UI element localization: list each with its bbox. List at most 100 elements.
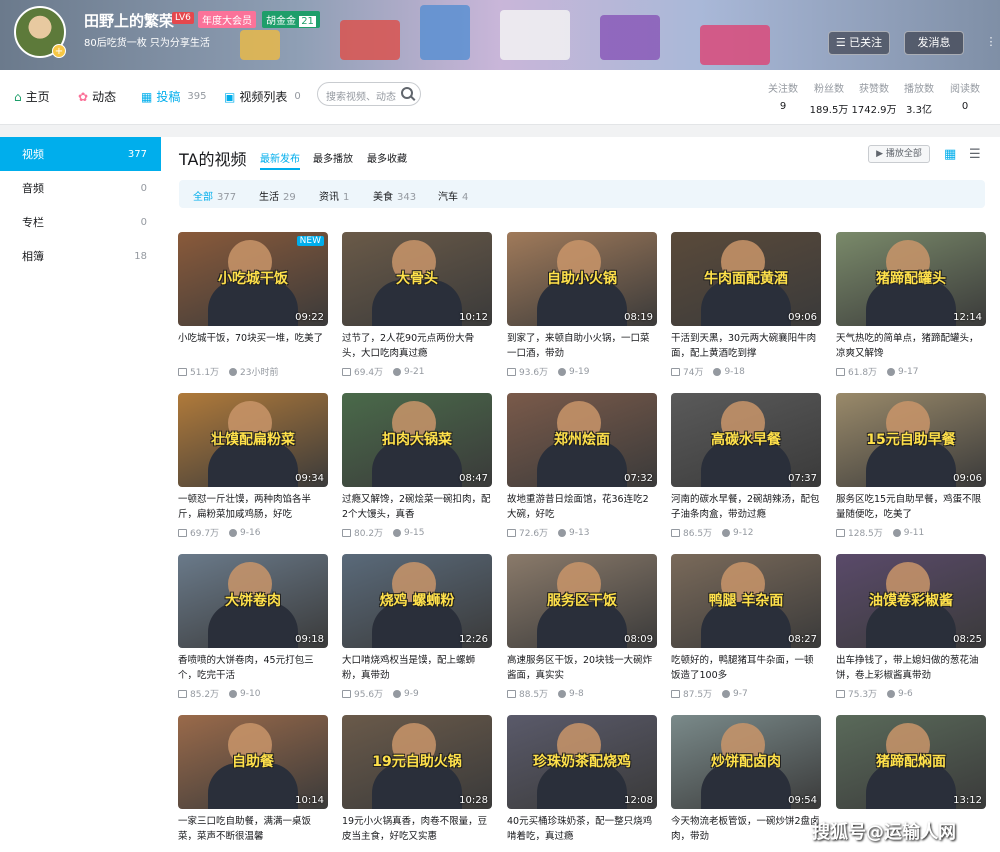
video-title[interactable]: 香喷喷的大饼卷肉，45元打包三个，吃完干活: [178, 653, 328, 683]
video-thumbnail[interactable]: 扣肉大锅菜 08:47: [342, 393, 492, 487]
follow-button[interactable]: ☰ 已关注: [828, 31, 890, 55]
video-title[interactable]: 天气热吃的简单点，猪蹄配罐头，凉爽又解馋: [836, 331, 986, 361]
video-thumbnail[interactable]: 珍珠奶茶配烧鸡 12:08: [507, 715, 657, 809]
stat-following[interactable]: 关注数 9: [758, 80, 808, 112]
video-title[interactable]: 河南的碳水早餐，2碗胡辣汤，配包子油条肉盒，带劲过瘾: [671, 492, 821, 522]
sort-latest[interactable]: 最新发布: [260, 150, 300, 170]
video-thumbnail[interactable]: 牛肉面配黄酒 09:06: [671, 232, 821, 326]
video-thumbnail[interactable]: 炒饼配卤肉 09:54: [671, 715, 821, 809]
video-card[interactable]: 小吃城干饭 09:22 NEW 小吃城干饭，70块买一堆，吃美了 51.1万 23小时前: [178, 232, 328, 378]
play-count-value: 74万: [683, 368, 704, 378]
video-thumbnail[interactable]: 15元自助早餐 09:06: [836, 393, 986, 487]
video-title[interactable]: 干活到天黑，30元两大碗襄阳牛肉面，配上黄酒吃到撑: [671, 331, 821, 361]
video-title[interactable]: 40元买桶珍珠奶茶，配一整只烧鸡啃着吃，真过瘾: [507, 814, 657, 844]
video-title[interactable]: 一顿怼一斤壮馍，两种肉馅各半斤，扁粉菜加咸鸡肠，好吃: [178, 492, 328, 522]
video-card[interactable]: 鸭腿 羊杂面 08:27 吃顿好的，鸭腿猪耳牛杂面，一顿饭造了100多 87.5万 9-…: [671, 554, 821, 700]
video-card[interactable]: 牛肉面配黄酒 09:06 干活到天黑，30元两大碗襄阳牛肉面，配上黄酒吃到撑 74万 9…: [671, 232, 821, 378]
video-card[interactable]: 猪蹄配焖面 13:12: [836, 715, 986, 809]
video-card[interactable]: 扣肉大锅菜 08:47 过瘾又解馋，2碗烩菜一碗扣肉，配2个大馒头，真香 80.2万 9…: [342, 393, 492, 539]
grid-view-icon[interactable]: ▦: [944, 147, 958, 162]
video-thumbnail[interactable]: 猪蹄配焖面 13:12: [836, 715, 986, 809]
tab-submissions[interactable]: ▦ 投稿 395: [141, 88, 206, 105]
video-thumbnail[interactable]: 大骨头 10:12: [342, 232, 492, 326]
video-thumbnail[interactable]: 猪蹄配罐头 12:14: [836, 232, 986, 326]
video-title[interactable]: 服务区吃15元自助早餐，鸡蛋不限量随便吃，吃美了: [836, 492, 986, 522]
tab-home[interactable]: ⌂ 主页: [14, 88, 50, 105]
video-title[interactable]: 过节了，2人花90元点两份大骨头，大口吃肉真过瘾: [342, 331, 492, 361]
sidebar-item-video[interactable]: 视频 377: [0, 137, 161, 171]
play-count-icon: [836, 689, 845, 698]
video-card[interactable]: 猪蹄配罐头 12:14 天气热吃的简单点，猪蹄配罐头，凉爽又解馋 61.8万 9-17: [836, 232, 986, 378]
video-title[interactable]: 到家了，来顿自助小火锅，一口菜一口酒，带劲: [507, 331, 657, 361]
video-thumbnail[interactable]: 自助小火锅 08:19: [507, 232, 657, 326]
video-thumbnail[interactable]: 自助餐 10:14: [178, 715, 328, 809]
video-title[interactable]: 高速服务区干饭，20块钱一大碗炸酱面，真实实: [507, 653, 657, 683]
video-thumbnail[interactable]: 小吃城干饭 09:22 NEW: [178, 232, 328, 326]
play-count: 88.5万: [507, 687, 548, 700]
video-thumbnail[interactable]: 壮馍配扁粉菜 09:34: [178, 393, 328, 487]
sort-most-favorited[interactable]: 最多收藏: [367, 150, 407, 165]
video-card[interactable]: 15元自助早餐 09:06 服务区吃15元自助早餐，鸡蛋不限量随便吃，吃美了 128.…: [836, 393, 986, 539]
filter-all[interactable]: 全部 377: [193, 188, 236, 203]
filter-auto[interactable]: 汽车 4: [438, 188, 468, 203]
video-duration: 12:26: [459, 634, 488, 645]
video-title[interactable]: 过瘾又解馋，2碗烩菜一碗扣肉，配2个大馒头，真香: [342, 492, 492, 522]
play-count-icon: [671, 528, 680, 537]
video-card[interactable]: 大骨头 10:12 过节了，2人花90元点两份大骨头，大口吃肉真过瘾 69.4万 9-2…: [342, 232, 492, 378]
search-input[interactable]: 搜索视频、动态: [317, 82, 421, 106]
play-count-icon: [507, 689, 516, 698]
thumbnail-caption: 大饼卷肉: [225, 593, 281, 609]
video-title[interactable]: 19元小火锅真香，肉卷不限量，豆皮当主食，好吃又实惠: [342, 814, 492, 844]
sidebar-item-album[interactable]: 相簿 18: [0, 239, 161, 273]
video-thumbnail[interactable]: 郑州烩面 07:32: [507, 393, 657, 487]
sort-most-played[interactable]: 最多播放: [313, 150, 353, 165]
video-thumbnail[interactable]: 19元自助火锅 10:28: [342, 715, 492, 809]
sidebar-item-article[interactable]: 专栏 0: [0, 205, 161, 239]
message-button[interactable]: 发消息: [904, 31, 964, 55]
video-card[interactable]: 油馍卷彩椒酱 08:25 出车挣钱了，带上媳妇做的葱花油饼，卷上彩椒酱真带劲 75.3…: [836, 554, 986, 700]
video-title[interactable]: 今天物流老板管饭，一碗炒饼2盘卤肉，带劲: [671, 814, 821, 844]
more-icon[interactable]: ⋮: [984, 31, 998, 55]
video-card[interactable]: 自助小火锅 08:19 到家了，来顿自助小火锅，一口菜一口酒，带劲 93.6万 9-19: [507, 232, 657, 378]
video-card[interactable]: 炒饼配卤肉 09:54 今天物流老板管饭，一碗炒饼2盘卤肉，带劲: [671, 715, 821, 844]
tab-dynamic[interactable]: ✿ 动态: [78, 88, 116, 105]
video-title[interactable]: 出车挣钱了，带上媳妇做的葱花油饼，卷上彩椒酱真带劲: [836, 653, 986, 683]
video-card[interactable]: 大饼卷肉 09:18 香喷喷的大饼卷肉，45元打包三个，吃完干活 85.2万 9-10: [178, 554, 328, 700]
play-all-button[interactable]: ▶ 播放全部: [868, 145, 930, 163]
stat-fans[interactable]: 粉丝数 189.5万: [804, 80, 854, 116]
video-card[interactable]: 壮馍配扁粉菜 09:34 一顿怼一斤壮馍，两种肉馅各半斤，扁粉菜加咸鸡肠，好吃 69.…: [178, 393, 328, 539]
thumbnail-caption: 珍珠奶茶配烧鸡: [533, 754, 631, 770]
video-card[interactable]: 郑州烩面 07:32 故地重游昔日烩面馆，花36连吃2大碗，好吃 72.6万 9-13: [507, 393, 657, 539]
filter-label: 美食: [373, 192, 393, 203]
tab-video-list[interactable]: ▣ 视频列表 0: [224, 88, 301, 105]
video-title[interactable]: 吃顿好的，鸭腿猪耳牛杂面，一顿饭造了100多: [671, 653, 821, 683]
video-card[interactable]: 烧鸡 螺蛳粉 12:26 大口啃烧鸡权当是馍，配上螺蛳粉，真带劲 95.6万 9-9: [342, 554, 492, 700]
video-title[interactable]: 小吃城干饭，70块买一堆，吃美了: [178, 331, 328, 361]
video-thumbnail[interactable]: 高碳水早餐 07:37: [671, 393, 821, 487]
video-card[interactable]: 自助餐 10:14 一家三口吃自助餐，满满一桌饭菜，菜声不断很温馨: [178, 715, 328, 844]
video-card[interactable]: 高碳水早餐 07:37 河南的碳水早餐，2碗胡辣汤，配包子油条肉盒，带劲过瘾 86.5…: [671, 393, 821, 539]
video-thumbnail[interactable]: 服务区干饭 08:09: [507, 554, 657, 648]
sidebar-item-audio[interactable]: 音频 0: [0, 171, 161, 205]
username[interactable]: 田野上的繁荣: [84, 10, 174, 31]
clock-icon: [229, 528, 238, 537]
video-thumbnail[interactable]: 鸭腿 羊杂面 08:27: [671, 554, 821, 648]
filter-life[interactable]: 生活 29: [259, 188, 296, 203]
video-thumbnail[interactable]: 大饼卷肉 09:18: [178, 554, 328, 648]
filter-news[interactable]: 资讯 1: [319, 188, 349, 203]
video-title[interactable]: 故地重游昔日烩面馆，花36连吃2大碗，好吃: [507, 492, 657, 522]
filter-food[interactable]: 美食 343: [373, 188, 416, 203]
search-icon[interactable]: [401, 87, 413, 99]
video-card[interactable]: 服务区干饭 08:09 高速服务区干饭，20块钱一大碗炸酱面，真实实 88.5万 9-8: [507, 554, 657, 700]
video-thumbnail[interactable]: 烧鸡 螺蛳粉 12:26: [342, 554, 492, 648]
video-title[interactable]: 一家三口吃自助餐，满满一桌饭菜，菜声不断很温馨: [178, 814, 328, 844]
video-title[interactable]: 大口啃烧鸡权当是馍，配上螺蛳粉，真带劲: [342, 653, 492, 683]
list-view-icon[interactable]: ☰: [969, 147, 983, 162]
video-duration: 08:47: [459, 473, 488, 484]
avatar[interactable]: +: [14, 6, 66, 58]
publish-date: 23小时前: [229, 365, 279, 378]
video-card[interactable]: 珍珠奶茶配烧鸡 12:08 40元买桶珍珠奶茶，配一整只烧鸡啃着吃，真过瘾: [507, 715, 657, 844]
video-card[interactable]: 19元自助火锅 10:28 19元小火锅真香，肉卷不限量，豆皮当主食，好吃又实惠: [342, 715, 492, 844]
video-thumbnail[interactable]: 油馍卷彩椒酱 08:25: [836, 554, 986, 648]
sidebar-item-count: 18: [134, 250, 147, 262]
